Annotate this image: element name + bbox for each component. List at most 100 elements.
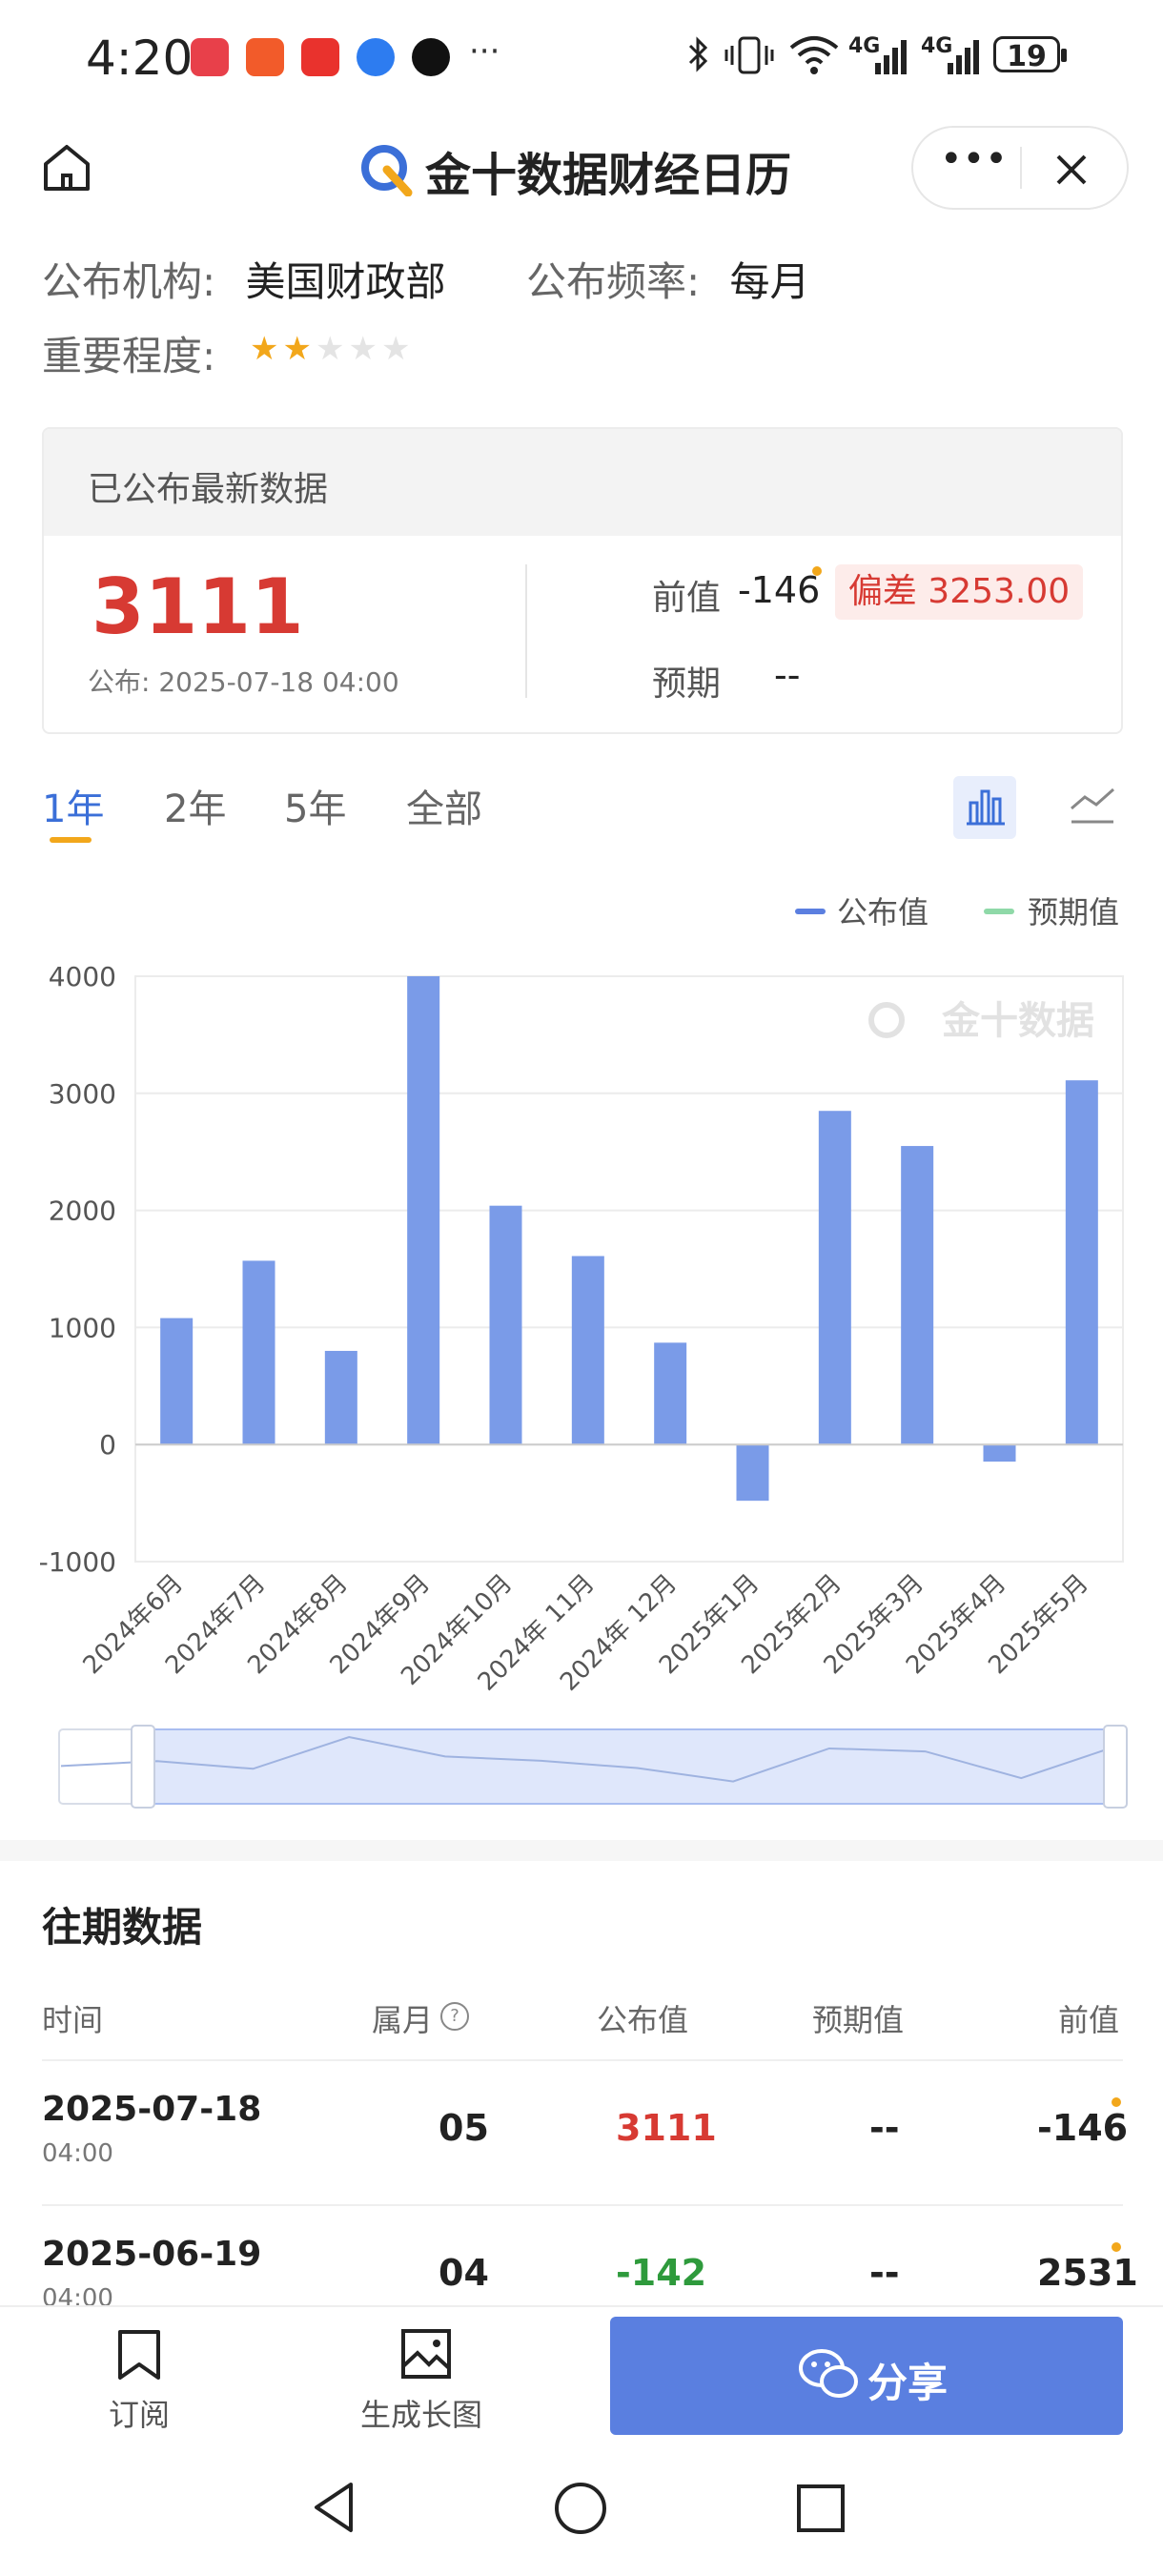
more-menu-icon[interactable]: •••: [940, 137, 1008, 181]
frequency-row: 公布频率: 每月: [526, 250, 810, 308]
bar: [242, 1260, 275, 1445]
bookmark-icon: [118, 2330, 160, 2380]
publisher-label: 公布机构:: [42, 258, 216, 305]
card-header-title: 已公布最新数据: [88, 470, 329, 509]
bar: [407, 976, 440, 1445]
tab-1y[interactable]: 1年: [42, 778, 104, 833]
header-month: 属月: [372, 2002, 434, 2038]
legend-swatch-forecast: [984, 909, 1014, 914]
shopping-app-icon: [246, 38, 284, 76]
frequency-value: 每月: [729, 258, 810, 305]
bar: [736, 1444, 769, 1502]
forecast-label: 预期: [652, 664, 722, 704]
tab-5y[interactable]: 5年: [284, 778, 346, 833]
mini-program-capsule: •••: [911, 126, 1129, 210]
row-previous: -146: [1037, 2107, 1129, 2149]
system-back-icon[interactable]: [311, 2479, 357, 2536]
table-divider: [42, 2204, 1123, 2206]
row-actual: -142: [616, 2252, 707, 2294]
bar-chart: 40003000200010000-10002024年6月2024年7月2024…: [39, 961, 1124, 1697]
month-help-icon[interactable]: ?: [440, 2002, 469, 2031]
bar: [489, 1205, 522, 1445]
previous-label: 前值: [652, 579, 722, 618]
data-zoom-slider[interactable]: [57, 1724, 1134, 1811]
y-tick-label: 0: [99, 1429, 116, 1461]
header-forecast: 预期值: [812, 2002, 905, 2038]
system-home-icon[interactable]: [553, 2481, 608, 2536]
star-icon: ★: [380, 330, 411, 368]
y-tick-label: 1000: [49, 1312, 116, 1343]
bar: [901, 1146, 934, 1445]
page-title: 金十数据财经日历: [425, 149, 792, 202]
signal-icon-2: [948, 40, 979, 74]
card-header: 已公布最新数据: [44, 429, 1121, 536]
history-title: 往期数据: [42, 1904, 203, 1951]
section-separator: [0, 1840, 1163, 1861]
importance-stars: ★ ★ ★ ★ ★: [250, 330, 414, 368]
row-time: 04:00: [42, 2139, 113, 2168]
star-icon: ★: [315, 330, 345, 368]
y-tick-label: -1000: [39, 1546, 116, 1578]
header-actual: 公布值: [597, 2002, 689, 2038]
system-recents-icon[interactable]: [795, 2483, 847, 2534]
active-tab-underline: [50, 837, 92, 843]
subscribe-label: 订阅: [109, 2397, 171, 2433]
legend-swatch-actual: [795, 909, 826, 914]
row-date: 2025-06-19: [42, 2235, 262, 2274]
wifi-icon: [789, 36, 839, 74]
long-image-label: 生成长图: [360, 2397, 483, 2433]
publish-time: 公布: 2025-07-18 04:00: [88, 666, 399, 698]
card-divider: [525, 564, 527, 698]
battery-indicator: 19: [993, 36, 1067, 73]
tab-2y[interactable]: 2年: [164, 778, 226, 833]
row-forecast: --: [869, 2107, 900, 2149]
bar-chart-icon: [967, 789, 1005, 826]
row-forecast: --: [869, 2252, 900, 2294]
legend-actual: 公布值: [837, 894, 929, 930]
bar: [324, 1350, 357, 1445]
bar-chart-toggle[interactable]: [953, 776, 1016, 839]
close-icon[interactable]: [1054, 153, 1089, 187]
revised-dot: [1112, 2097, 1121, 2107]
zoom-right-handle[interactable]: [1103, 1725, 1128, 1809]
bar: [571, 1256, 604, 1445]
signal-icon-1: [875, 40, 907, 74]
huawei-app-icon: [191, 38, 229, 76]
bar: [654, 1342, 687, 1445]
table-divider: [42, 2059, 1123, 2061]
status-bar: 4:20 ··· 4G 4G 19: [0, 0, 1163, 114]
publisher-value: 美国财政部: [245, 258, 446, 305]
qq-app-icon: [412, 38, 450, 76]
previous-value: -146: [738, 569, 821, 611]
watermark-logo-icon: [868, 1002, 905, 1038]
wechat-icon: [799, 2349, 858, 2398]
bar: [818, 1111, 851, 1445]
jin10-logo-icon: [361, 145, 413, 196]
bar: [160, 1318, 194, 1445]
plot-frame: [134, 975, 1124, 1563]
header-time: 时间: [42, 2002, 104, 2038]
star-icon: ★: [282, 330, 312, 368]
y-tick-label: 2000: [49, 1196, 116, 1227]
line-chart-toggle[interactable]: [1070, 782, 1115, 835]
legend-forecast: 预期值: [1028, 894, 1120, 930]
deviation-badge: 偏差 3253.00: [835, 564, 1083, 620]
home-icon[interactable]: [42, 143, 92, 193]
notification-app-icon: [301, 38, 339, 76]
more-notifications-icon: ···: [469, 32, 500, 71]
importance-label: 重要程度:: [42, 333, 216, 379]
forecast-value: --: [774, 654, 801, 696]
y-tick-label: 4000: [49, 961, 116, 992]
deviation-label: 偏差: [847, 572, 917, 611]
latest-data-card: 已公布最新数据 3111 公布: 2025-07-18 04:00 前值 -14…: [42, 427, 1123, 734]
deviation-value: 3253.00: [928, 572, 1071, 611]
browser-app-icon: [357, 38, 395, 76]
bar: [983, 1444, 1016, 1462]
share-button[interactable]: 分享: [610, 2317, 1123, 2435]
row-previous: 2531: [1037, 2252, 1138, 2294]
frequency-label: 公布频率:: [526, 258, 701, 305]
share-label: 分享: [867, 2360, 949, 2406]
tab-all[interactable]: 全部: [406, 778, 482, 833]
zoom-left-handle[interactable]: [131, 1725, 155, 1809]
image-icon: [401, 2329, 451, 2379]
